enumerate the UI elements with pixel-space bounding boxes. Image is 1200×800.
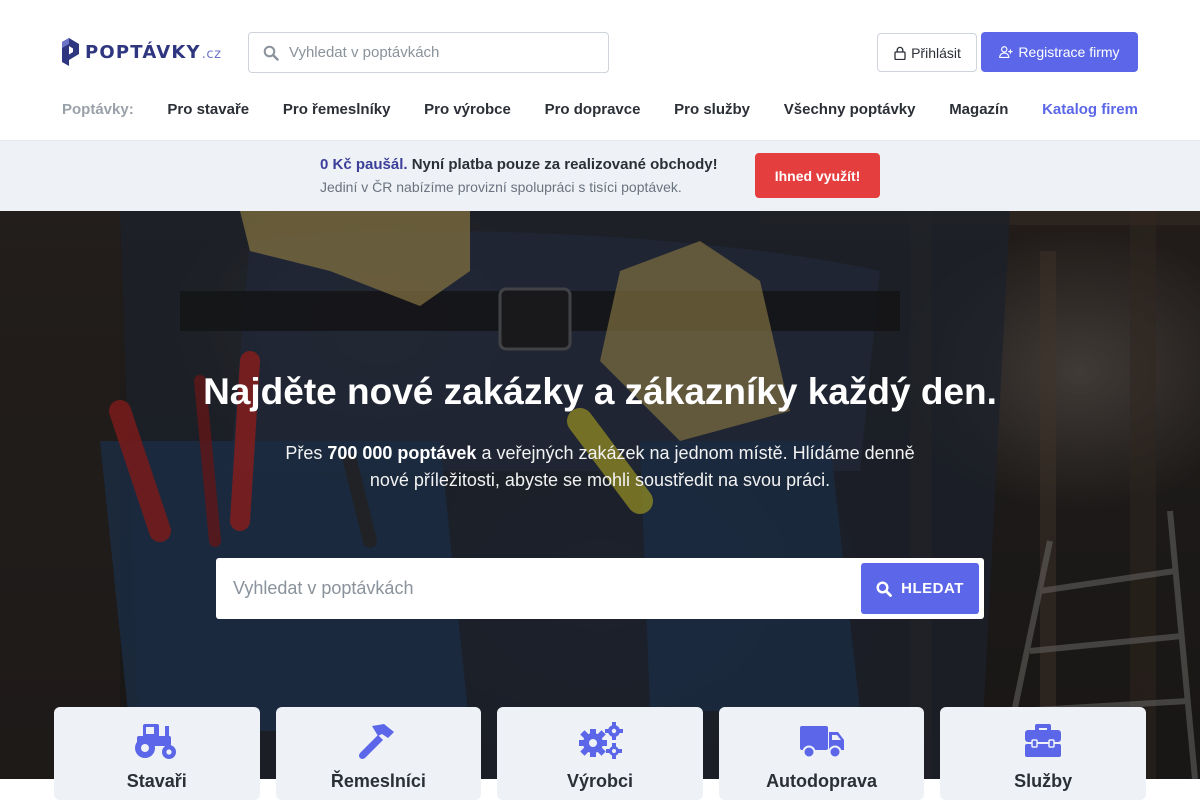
hero-title: Najděte nové zakázky a zákazníky každý d… — [203, 371, 997, 412]
logo-text: POPTÁVKY — [85, 41, 201, 63]
toolbox-icon — [1025, 724, 1062, 757]
register-company-button[interactable]: Registrace firmy — [981, 32, 1138, 72]
nav-item-pro-dopravce[interactable]: Pro dopravce — [545, 101, 641, 118]
category-icon-wrap — [497, 721, 703, 761]
nav-item-pro-remeslniky[interactable]: Pro řemeslníky — [283, 101, 391, 118]
category-label: Služby — [1014, 771, 1073, 791]
hero-section: Najděte nové zakázky a zákazníky každý d… — [0, 211, 1200, 779]
hero-search-button-label: HLEDAT — [901, 580, 964, 597]
category-card-vyrobci[interactable]: Výrobci — [497, 707, 703, 800]
hammer-icon — [359, 724, 395, 759]
category-card-remeslnici[interactable]: Řemeslníci — [275, 707, 482, 800]
nav-item-pro-vyrobce[interactable]: Pro výrobce — [424, 101, 511, 118]
poptavky-logo-mark-icon — [62, 38, 79, 66]
nav-item-pro-stavare[interactable]: Pro stavaře — [167, 101, 249, 118]
category-card-sluzby[interactable]: Služby — [940, 707, 1146, 800]
register-company-button-label: Registrace firmy — [1018, 44, 1120, 60]
lock-icon — [894, 46, 906, 60]
nav-label: Poptávky: — [62, 100, 134, 118]
category-label: Stavaři — [126, 771, 187, 791]
hero-subtitle-prefix: Přes — [285, 443, 323, 463]
promo-headline: Nyní platba pouze za realizované obchody… — [411, 156, 718, 173]
category-label: Výrobci — [566, 771, 633, 791]
category-icon-wrap — [276, 721, 482, 761]
login-button-label: Přihlásit — [911, 44, 961, 61]
category-card-stavari[interactable]: Stavaři — [54, 707, 260, 800]
category-icon-wrap — [719, 721, 925, 761]
promo-subtext: Jediní v ČR nabízíme provizní spolupráci… — [320, 179, 682, 195]
promo-price: 0 Kč paušál. — [320, 156, 408, 173]
cogs-icon — [578, 722, 623, 759]
search-icon — [876, 580, 893, 597]
hero-subtitle-count: 700 000 poptávek — [327, 443, 477, 463]
category-card-autodoprava[interactable]: Autodoprava — [718, 707, 925, 800]
logo-tld: .cz — [201, 46, 222, 62]
nav-item-pro-sluzby[interactable]: Pro služby — [674, 101, 750, 118]
tractor-icon — [134, 724, 176, 759]
category-icon-wrap — [940, 721, 1146, 761]
hero-search-input[interactable] — [233, 570, 833, 606]
nav-item-vsechny-poptavky[interactable]: Všechny poptávky — [784, 101, 916, 118]
promo-cta-button[interactable]: Ihned využít! — [755, 153, 880, 198]
search-icon — [263, 45, 279, 61]
login-button[interactable]: Přihlásit — [877, 33, 977, 72]
promo-bar: 0 Kč paušál. Nyní platba pouze za realiz… — [0, 141, 1200, 211]
hero-overlay — [0, 211, 1200, 779]
promo-headline-line: 0 Kč paušál. Nyní platba pouze za realiz… — [320, 156, 718, 173]
user-plus-icon — [999, 46, 1013, 58]
promo-text: 0 Kč paušál. Nyní platba pouze za realiz… — [320, 156, 718, 195]
truck-icon — [799, 726, 844, 759]
header-search[interactable] — [248, 32, 609, 73]
category-label: Řemeslníci — [330, 771, 426, 791]
site-header: POPTÁVKY .cz Přihlásit Registrace firmy … — [0, 0, 1200, 141]
category-label: Autodoprava — [766, 771, 878, 791]
hero-search-box: HLEDAT — [216, 558, 984, 619]
nav-item-katalog-firem[interactable]: Katalog firem — [1042, 101, 1138, 118]
hero-subtitle: Přes 700 000 poptávek a veřejných zakáze… — [280, 440, 920, 494]
site-logo[interactable]: POPTÁVKY .cz — [62, 38, 221, 66]
nav-item-magazin[interactable]: Magazín — [949, 101, 1008, 118]
header-search-input[interactable] — [289, 44, 589, 61]
category-cards: Stavaři Řemeslníci Výrobci Autodoprava S… — [54, 707, 1146, 800]
main-nav: Poptávky: Pro stavaře Pro řemeslníky Pro… — [62, 99, 1138, 119]
hero-search-button[interactable]: HLEDAT — [861, 563, 979, 614]
category-icon-wrap — [54, 721, 260, 761]
